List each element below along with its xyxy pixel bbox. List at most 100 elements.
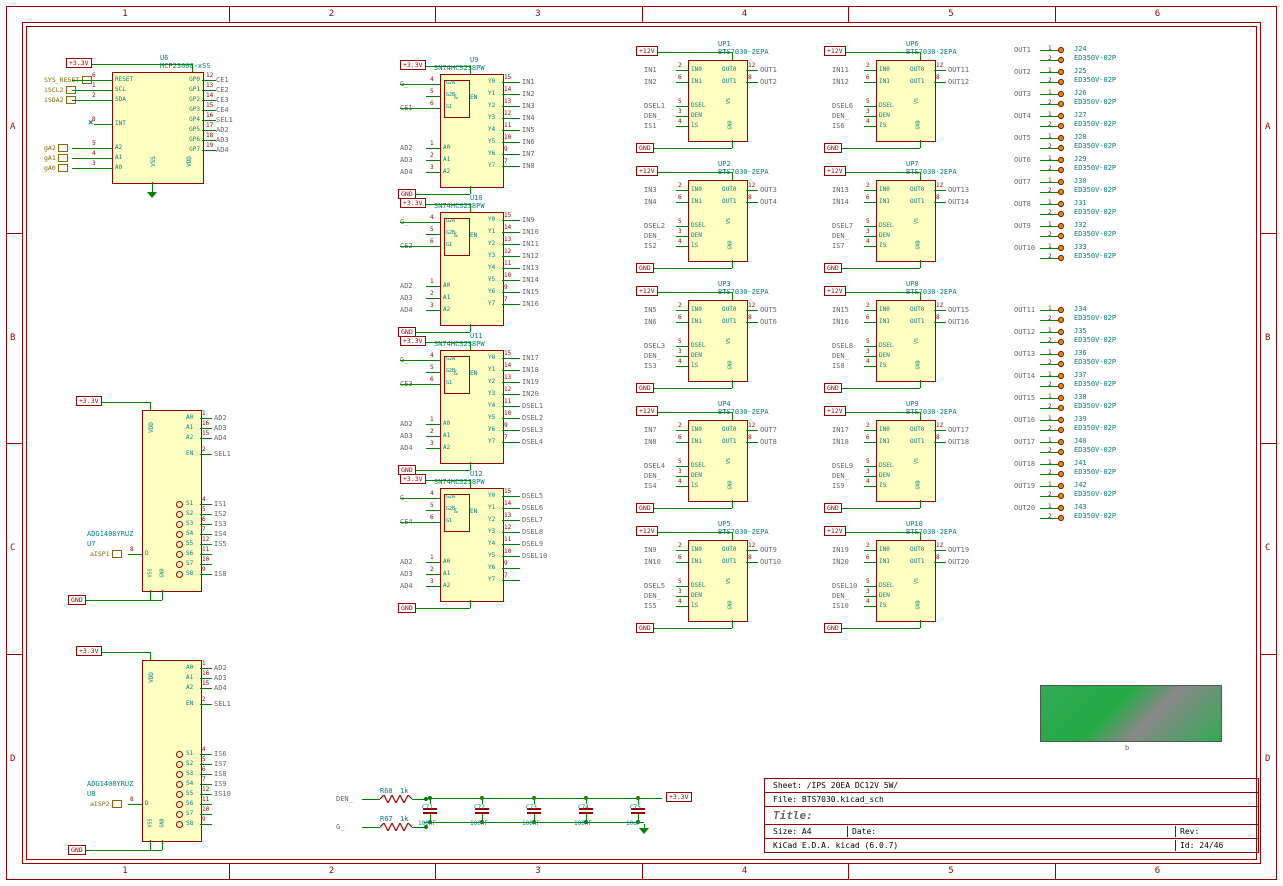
driver-gnd-lbl: GND [728,600,734,609]
driver-pinlbl: IN1 [691,198,702,205]
conn-value: ED350V-02P [1074,336,1116,344]
driver-pinlbl: IN1 [691,318,702,325]
net-label: OUT20 [948,558,969,566]
connector [1058,458,1072,480]
connector-pad [1058,79,1064,85]
wire [1040,398,1058,399]
wire [410,608,470,609]
decoder-a-lbl: A0 [443,282,450,289]
wire [676,226,688,227]
driver-pinlbl: DEN [691,472,702,479]
wire [1040,486,1058,487]
decoder-pinno: 9 [504,146,508,153]
wire [920,140,921,148]
net-label: DSEL1 [522,402,543,410]
decoder-y-lbl: Y1 [488,90,495,97]
mux-pinlbl: EN [186,450,193,457]
connector-pad [1058,189,1064,195]
wire [676,550,688,551]
decoder-g-lbl: G2A [446,80,455,86]
driver-pinno: 4 [678,358,682,365]
mux-pinno: 2 [202,446,206,453]
connector-pad [1058,329,1064,335]
driver-pinlbl: OUT0 [722,66,736,73]
wire [864,190,876,191]
mux-switch-icon [176,751,183,758]
driver-ref: UP6 [906,40,919,48]
connector-pad [1058,245,1064,251]
net-label: IN1 [522,78,535,86]
wire [94,148,112,149]
wire [676,430,688,431]
net-label: AD4 [214,434,227,442]
driver-pinlbl: IS [691,602,698,609]
decoder-y-lbl: Y7 [488,162,495,169]
net-label: DSEL5 [522,492,543,500]
decoder-y-lbl: Y2 [488,378,495,385]
u6-pinno: 5 [92,140,96,147]
connector-pad [1058,47,1064,53]
net-label: AD3 [400,294,413,302]
wire [150,652,151,660]
wire [470,600,471,608]
driver-pinno: 4 [866,118,870,125]
driver-pinlbl: IS [879,362,886,369]
driver-pinlbl: IN0 [879,66,890,73]
u6-pinno: 1 [92,82,96,89]
driver-pinlbl: DSEL [879,462,893,469]
decoder-y-lbl: Y2 [488,240,495,247]
wire [676,346,688,347]
connector-pad [1058,167,1064,173]
decoder-y-lbl: Y4 [488,264,495,271]
wire [426,148,440,149]
driver-pinno: 6 [678,314,682,321]
ruler-col: 5 [948,9,953,19]
net-label: DEN_ [832,352,849,360]
pwr-3v3: +3.3V [76,396,102,406]
net-label: SEL1 [216,116,233,124]
conn-value: ED350V-02P [1074,402,1116,410]
conn-ref: J38 [1074,393,1087,401]
driver-pinno: 2 [678,542,682,549]
wire [426,448,440,449]
conn-ref: J32 [1074,221,1087,229]
connector [1058,154,1072,176]
decoder-g-lbl: G1 [446,380,452,386]
pwr-gnd: GND [636,383,654,393]
net-label: IN5 [522,126,535,134]
wire [202,90,216,91]
wire [202,80,216,81]
pwr-gnd: GND [636,503,654,513]
driver-pinno: 5 [678,338,682,345]
wire [426,424,440,425]
wire [864,236,876,237]
mux-pinlbl: A2 [186,684,193,691]
wire [502,406,520,407]
wire [1040,258,1058,259]
net-label: DSEL7 [832,222,853,230]
connector-pad [1058,417,1064,423]
wire [424,798,662,799]
connector-pad [1058,427,1064,433]
tb-rev-lbl: Rev: [1180,827,1199,836]
decoder-y-lbl: Y1 [488,504,495,511]
mux-pinlbl: S6 [186,800,193,807]
mux-pinlbl: S5 [186,540,193,547]
wire [1040,226,1058,227]
driver-pinlbl: IN1 [879,558,890,565]
net-label: AD2 [400,558,413,566]
conn-ref: J42 [1074,481,1087,489]
connector-pad [1058,471,1064,477]
decoder-pinno: 11 [504,122,511,129]
net-label: DSEL6 [522,504,543,512]
decoder-a-lbl: A1 [443,570,450,577]
ruler-col: 4 [742,9,747,19]
driver-pinno: 5 [678,578,682,585]
decoder-pinno: 10 [504,548,511,555]
driver-pinno: 3 [678,108,682,115]
driver-pinlbl: DEN [691,232,702,239]
mux-pinno: 11 [202,546,209,553]
wire [502,430,520,431]
wire [426,172,440,173]
net-label: CE4 [216,106,229,114]
